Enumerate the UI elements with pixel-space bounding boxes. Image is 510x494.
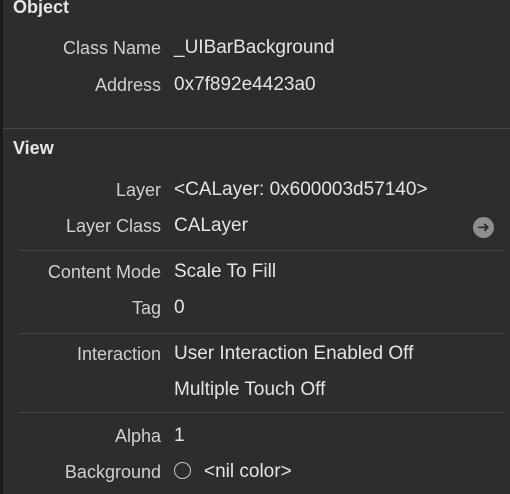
interaction-value-multiple-touch: Multiple Touch Off <box>174 379 326 400</box>
tag-value: 0 <box>174 297 185 318</box>
row-divider <box>19 250 504 251</box>
tag-label: Tag <box>131 298 161 318</box>
row-divider <box>19 333 504 334</box>
address-label: Address <box>94 75 161 95</box>
empty-circle-icon[interactable] <box>174 462 191 479</box>
background-label: Background <box>64 462 161 482</box>
layer-label: Layer <box>115 180 161 200</box>
interaction-label: Interaction <box>76 344 161 364</box>
interaction-value-user-enabled: User Interaction Enabled Off <box>174 343 414 364</box>
inspector-panel: Object Class Name _UIBarBackground Addre… <box>0 0 510 494</box>
content-mode-value: Scale To Fill <box>174 261 277 282</box>
alpha-value: 1 <box>174 425 185 446</box>
section-title-object: Object <box>13 0 70 17</box>
arrow-right-circle-icon[interactable]: ➜ <box>473 217 494 238</box>
alpha-label: Alpha <box>114 426 161 446</box>
content-mode-label: Content Mode <box>47 262 161 282</box>
address-value: 0x7f892e4423a0 <box>174 74 316 95</box>
class-name-label: Class Name <box>62 38 161 58</box>
layer-class-value: CALayer <box>174 215 248 236</box>
panel-left-border <box>0 0 3 494</box>
section-divider <box>3 128 510 129</box>
background-value: <nil color> <box>204 461 292 482</box>
row-divider <box>19 412 504 413</box>
layer-class-label: Layer Class <box>65 216 161 236</box>
class-name-value: _UIBarBackground <box>174 37 335 58</box>
section-title-view: View <box>13 138 54 158</box>
layer-value: <CALayer: 0x600003d57140> <box>174 179 428 200</box>
